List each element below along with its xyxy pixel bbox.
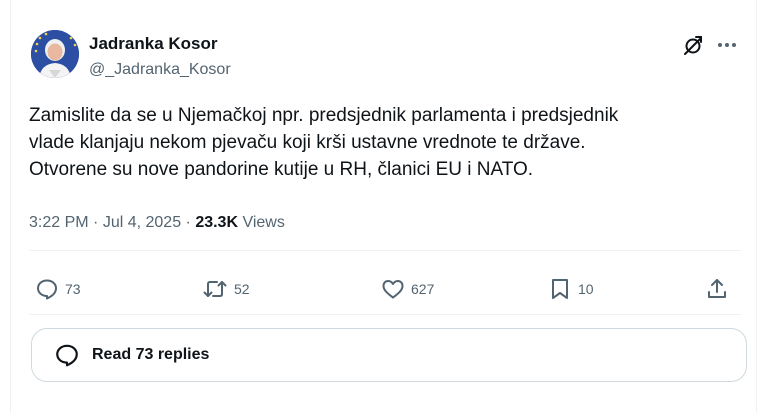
reply-bubble-icon — [56, 344, 78, 367]
share-icon — [708, 279, 726, 298]
like-button[interactable]: 627 — [381, 276, 434, 302]
reply-button[interactable]: 73 — [35, 276, 81, 302]
tweet-line: Otvorene su nove pandorine kutije u RH, … — [29, 159, 534, 180]
repost-icon — [203, 281, 227, 297]
tweet-text: Zamislite da se u Njemačkoj npr. predsje… — [29, 102, 729, 183]
divider — [29, 314, 741, 315]
like-count: 627 — [411, 281, 435, 297]
share-button[interactable] — [705, 276, 729, 302]
tweet-meta: 3:22 PM · Jul 4, 2025 · 23.3K Views — [29, 212, 285, 234]
tweet-line: Zamislite da se u Njemačkoj npr. predsje… — [29, 105, 619, 126]
bookmark-icon — [552, 279, 568, 299]
bookmark-button[interactable]: 10 — [548, 276, 594, 302]
like-icon — [382, 280, 404, 299]
more-icon[interactable] — [715, 34, 739, 56]
grok-icon[interactable] — [682, 34, 704, 56]
tweet-line: vlade klanjaju nekom pjevaču koji krši u… — [29, 132, 586, 153]
tweet-date[interactable]: Jul 4, 2025 — [103, 214, 181, 231]
bookmark-count: 10 — [578, 281, 594, 297]
meta-separator: · — [181, 214, 196, 231]
read-replies-button[interactable]: Read 73 replies — [31, 328, 747, 382]
repost-count: 52 — [234, 281, 250, 297]
tweet-card: Jadranka Kosor @_Jadranka_Kosor Zamislit… — [10, 0, 757, 413]
reply-count: 73 — [65, 281, 81, 297]
views-label: Views — [238, 214, 285, 231]
views-count: 23.3K — [195, 214, 239, 231]
avatar[interactable] — [31, 30, 79, 78]
read-replies-label: Read 73 replies — [92, 346, 210, 363]
tweet-time[interactable]: 3:22 PM — [29, 214, 89, 231]
author-name[interactable]: Jadranka Kosor — [89, 34, 218, 54]
meta-separator: · — [88, 214, 103, 231]
author-handle[interactable]: @_Jadranka_Kosor — [89, 60, 231, 80]
reply-icon — [37, 279, 57, 300]
repost-button[interactable]: 52 — [202, 276, 250, 302]
divider — [29, 250, 741, 251]
